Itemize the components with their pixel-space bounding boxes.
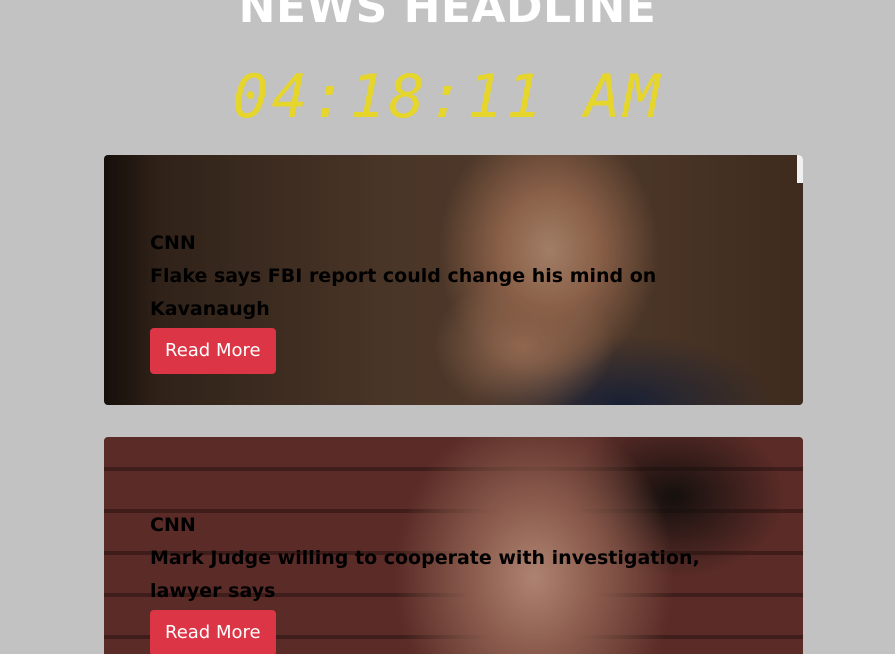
news-headline: Flake says FBI report could change his m… <box>150 265 657 320</box>
news-page: NEWS HEADLINE 04:18:11 AM CNN Flake says… <box>0 0 895 654</box>
news-headline: Mark Judge willing to cooperate with inv… <box>150 547 700 602</box>
news-card: CNN Mark Judge willing to cooperate with… <box>104 437 803 654</box>
clock-display: 04:18:11 AM <box>232 62 663 132</box>
read-more-button[interactable]: Read More <box>150 328 276 374</box>
read-more-button[interactable]: Read More <box>150 610 276 654</box>
news-source: CNN <box>150 232 196 254</box>
photo-credit-label <box>797 155 803 183</box>
news-card: CNN Flake says FBI report could change h… <box>104 155 803 405</box>
card-content: CNN Mark Judge willing to cooperate with… <box>150 512 770 654</box>
card-content: CNN Flake says FBI report could change h… <box>150 230 770 374</box>
page-title: NEWS HEADLINE <box>238 0 657 33</box>
news-source: CNN <box>150 514 196 536</box>
